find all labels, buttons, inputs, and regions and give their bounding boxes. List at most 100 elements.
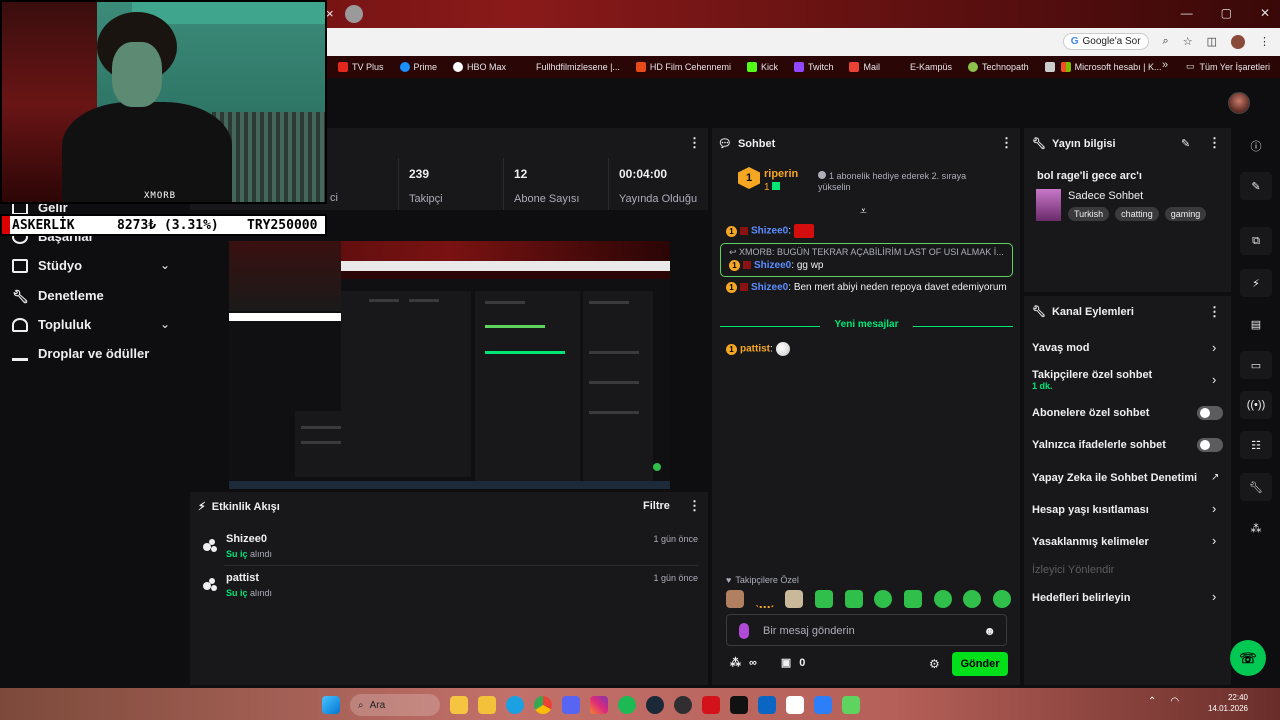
emote-icon[interactable]: [874, 590, 893, 608]
action-followers-only[interactable]: Takipçilere özel sohbet 1 dk.: [1032, 369, 1152, 391]
emote-icon[interactable]: [755, 590, 774, 608]
emote-icon[interactable]: [933, 590, 952, 608]
profile-icon[interactable]: [1231, 34, 1245, 49]
action-banned-words[interactable]: Yasaklanmış kelimeler: [1032, 536, 1149, 548]
chat-message[interactable]: 1 Shizee0:: [726, 224, 1011, 239]
steam-icon[interactable]: [646, 696, 664, 714]
chevron-up-icon[interactable]: ⌃: [1148, 696, 1156, 707]
nav-item-community[interactable]: Topluluk: [12, 317, 91, 332]
spotify-icon[interactable]: [618, 696, 636, 714]
bookmark-item[interactable]: Mail: [849, 62, 880, 72]
filter-button[interactable]: Filtre: [643, 500, 670, 512]
capcut-icon[interactable]: [786, 696, 804, 714]
app-icon[interactable]: [758, 696, 776, 714]
info-icon[interactable]: ⓘ: [1240, 132, 1272, 160]
channel-actions-menu-icon[interactable]: ⋮: [1208, 304, 1221, 320]
category-name[interactable]: Sadece Sohbet: [1068, 190, 1143, 202]
star-icon[interactable]: ☆: [1183, 35, 1193, 48]
bookmark-item[interactable]: Kick: [746, 62, 778, 72]
windows-start-icon[interactable]: [322, 696, 340, 714]
edit-icon[interactable]: ✎: [1240, 172, 1272, 200]
layout-icon[interactable]: ☷: [1240, 431, 1272, 459]
stats-menu-icon[interactable]: ⋮: [688, 135, 701, 151]
chat-message[interactable]: 1 Shizee0: gg wp: [729, 259, 1014, 273]
chevron-right-icon[interactable]: ›: [1212, 533, 1216, 548]
broadcast-icon[interactable]: ((•)): [1240, 391, 1272, 419]
bookmark-item[interactable]: E-Kampüs: [896, 62, 952, 72]
app-icon[interactable]: [702, 696, 720, 714]
all-bookmarks-button[interactable]: ▭ Tüm Yer İşaretleri: [1186, 61, 1270, 72]
emote-icon[interactable]: [844, 590, 863, 608]
google-ask-button[interactable]: G Google'a Sor: [1062, 33, 1149, 50]
emote-icon[interactable]: [726, 590, 744, 608]
bookmark-item[interactable]: Twitch: [793, 62, 833, 72]
nav-item-moderation[interactable]: 🔧︎ Denetleme: [12, 288, 104, 304]
mic-icon[interactable]: [739, 623, 749, 639]
bookmark-item[interactable]: HBO Max: [453, 62, 506, 72]
tab-close-button[interactable]: ×: [326, 6, 334, 21]
taskbar-search[interactable]: ⌕ Ara: [350, 694, 440, 716]
bookmarks-more-button[interactable]: »: [1162, 59, 1168, 71]
chat-icon[interactable]: ▭: [1240, 351, 1272, 379]
send-button[interactable]: Gönder: [952, 652, 1008, 676]
chevron-right-icon[interactable]: ›: [1212, 501, 1216, 516]
action-set-goals[interactable]: Hedefleri belirleyin: [1032, 592, 1130, 604]
chevron-down-icon[interactable]: ⌄: [160, 317, 170, 331]
edge-icon[interactable]: [506, 696, 524, 714]
close-window-button[interactable]: ✕: [1260, 6, 1270, 20]
obs-icon[interactable]: [674, 696, 692, 714]
zoom-icon[interactable]: ⌕: [1163, 35, 1169, 48]
emoji-picker-icon[interactable]: ☻: [983, 624, 996, 638]
action-slow-mode[interactable]: Yavaş mod: [1032, 342, 1089, 354]
edit-icon[interactable]: ✎: [1181, 137, 1190, 150]
bits-icon[interactable]: ▣: [781, 656, 791, 669]
channel-points-icon[interactable]: ⁂: [730, 656, 741, 669]
chat-menu-icon[interactable]: ⋮: [1000, 135, 1013, 151]
tag-item[interactable]: chatting: [1115, 207, 1159, 221]
chat-message[interactable]: 1 pattist:: [726, 342, 1011, 357]
bookmark-item[interactable]: [1044, 62, 1055, 72]
extensions-icon[interactable]: ◫: [1207, 35, 1217, 48]
stream-info-menu-icon[interactable]: ⋮: [1208, 135, 1221, 151]
collapse-icon[interactable]: ⩡: [860, 204, 867, 219]
nav-item-drops[interactable]: Droplar ve ödüller: [12, 346, 149, 361]
chevron-down-icon[interactable]: ⌄: [160, 258, 170, 272]
emote-only-toggle[interactable]: [1197, 438, 1223, 452]
bookmark-item[interactable]: Technopath: [968, 62, 1029, 72]
app-icon[interactable]: [842, 696, 860, 714]
app-icon[interactable]: [814, 696, 832, 714]
taskbar-clock[interactable]: 22:40 14.01.2026: [1208, 692, 1248, 714]
action-account-age[interactable]: Hesap yaşı kısıtlaması: [1032, 504, 1149, 516]
channel-points-icon[interactable]: ⁂: [1240, 514, 1272, 542]
tag-item[interactable]: Turkish: [1068, 207, 1110, 221]
avatar[interactable]: [1228, 92, 1250, 114]
menu-icon[interactable]: ⋮: [1259, 35, 1270, 48]
emote-icon[interactable]: [963, 590, 982, 608]
external-link-icon[interactable]: ↗: [1211, 472, 1219, 483]
bookmark-item[interactable]: HD Film Cehennemi: [635, 62, 731, 72]
widgets-icon[interactable]: [450, 696, 468, 714]
chat-input[interactable]: [763, 621, 973, 641]
bookmark-item[interactable]: Prime: [399, 62, 437, 72]
stream-preview[interactable]: [229, 241, 670, 489]
clip-icon[interactable]: ⧉: [1240, 227, 1272, 255]
chat-message[interactable]: 1 Shizee0: Ben mert abiyi neden repoya da…: [726, 281, 1011, 295]
emote-icon[interactable]: [903, 590, 922, 608]
maximize-button[interactable]: ▢: [1221, 6, 1232, 20]
wrench-icon[interactable]: 🔧︎: [1240, 473, 1272, 501]
wifi-icon[interactable]: ◠: [1170, 696, 1179, 707]
app-icon[interactable]: [730, 696, 748, 714]
help-button[interactable]: ☏: [1230, 640, 1266, 676]
chevron-right-icon[interactable]: ›: [1212, 589, 1216, 604]
instagram-icon[interactable]: [590, 696, 608, 714]
action-ai-moderation[interactable]: Yapay Zeka ile Sohbet Denetimi: [1032, 472, 1197, 484]
emote-icon[interactable]: [785, 590, 804, 608]
notes-icon[interactable]: ▤: [1240, 310, 1272, 338]
gear-icon[interactable]: ⚙︎: [929, 657, 940, 671]
minimize-button[interactable]: —: [1181, 6, 1193, 20]
emote-icon[interactable]: [814, 590, 833, 608]
nav-item-studio[interactable]: Stüdyo: [12, 258, 82, 273]
discord-icon[interactable]: [562, 696, 580, 714]
chevron-right-icon[interactable]: ›: [1212, 340, 1216, 355]
subscribers-only-toggle[interactable]: [1197, 406, 1223, 420]
